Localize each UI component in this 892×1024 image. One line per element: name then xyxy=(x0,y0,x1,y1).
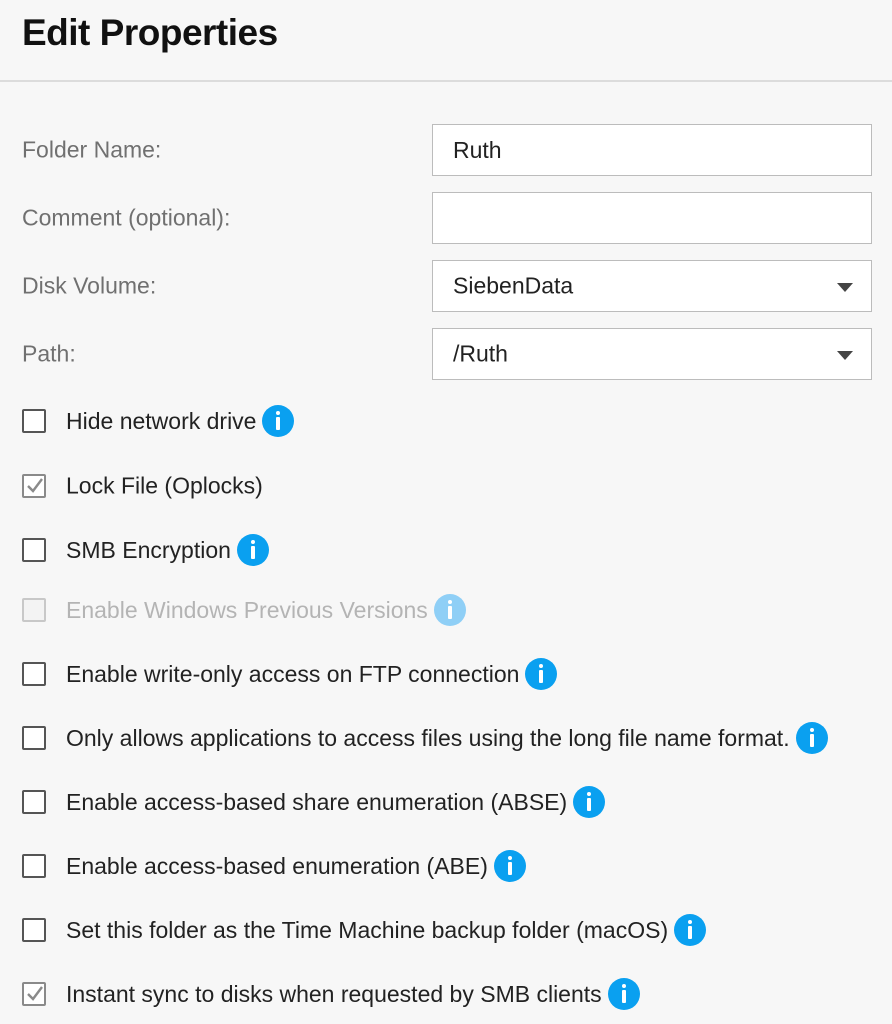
option-label-hide-network-drive: Hide network drive xyxy=(66,405,295,437)
option-label-time-machine-backup: Set this folder as the Time Machine back… xyxy=(66,914,707,946)
option-label-text: Hide network drive xyxy=(66,407,257,434)
info-icon xyxy=(433,594,466,626)
checkbox-long-file-name-format[interactable] xyxy=(22,726,46,750)
path-select[interactable]: /Ruth xyxy=(432,328,872,380)
info-icon[interactable] xyxy=(525,658,558,690)
option-label-long-file-name-format: Only allows applications to access files… xyxy=(66,722,828,754)
comment-row: Comment (optional): xyxy=(0,192,892,244)
checkbox-instant-sync-smb[interactable] xyxy=(22,982,46,1006)
folder-name-label: Folder Name: xyxy=(22,136,162,163)
option-label-lock-file-oplocks: Lock File (Oplocks) xyxy=(66,473,263,500)
checkbox-windows-previous-versions xyxy=(22,598,46,622)
checkbox-abse[interactable] xyxy=(22,790,46,814)
checkbox-hide-network-drive[interactable] xyxy=(22,409,46,433)
comment-label: Comment (optional): xyxy=(22,204,231,231)
checkbox-lock-file-oplocks[interactable] xyxy=(22,474,46,498)
option-row-long-file-name-format: Only allows applications to access files… xyxy=(0,718,892,758)
option-label-smb-encryption: SMB Encryption xyxy=(66,534,269,566)
option-label-windows-previous-versions: Enable Windows Previous Versions xyxy=(66,594,466,626)
path-label: Path: xyxy=(22,340,76,367)
info-icon[interactable] xyxy=(795,722,828,754)
option-row-windows-previous-versions: Enable Windows Previous Versions xyxy=(0,590,892,630)
disk-volume-select[interactable]: SiebenData xyxy=(432,260,872,312)
disk-volume-value: SiebenData xyxy=(453,272,574,299)
check-icon xyxy=(27,986,43,1001)
option-row-abe: Enable access-based enumeration (ABE) xyxy=(0,846,892,886)
option-label-text: Instant sync to disks when requested by … xyxy=(66,980,602,1007)
info-icon[interactable] xyxy=(493,850,526,882)
option-label-text: Enable Windows Previous Versions xyxy=(66,596,428,623)
option-label-instant-sync-smb: Instant sync to disks when requested by … xyxy=(66,978,640,1010)
option-label-text: SMB Encryption xyxy=(66,536,231,563)
option-row-smb-encryption: SMB Encryption xyxy=(0,530,892,570)
checkbox-ftp-write-only[interactable] xyxy=(22,662,46,686)
info-icon[interactable] xyxy=(573,786,606,818)
info-icon[interactable] xyxy=(607,978,640,1010)
comment-input[interactable] xyxy=(432,192,872,244)
option-row-ftp-write-only: Enable write-only access on FTP connecti… xyxy=(0,654,892,694)
info-icon[interactable] xyxy=(262,405,295,437)
option-label-text: Set this folder as the Time Machine back… xyxy=(66,916,669,943)
option-label-abe: Enable access-based enumeration (ABE) xyxy=(66,850,526,882)
option-row-instant-sync-smb: Instant sync to disks when requested by … xyxy=(0,974,892,1014)
dialog-header: Edit Properties xyxy=(0,0,892,82)
path-row: Path: /Ruth xyxy=(0,328,892,380)
disk-volume-row: Disk Volume: SiebenData xyxy=(0,260,892,312)
option-label-text: Lock File (Oplocks) xyxy=(66,472,263,499)
option-label-text: Only allows applications to access files… xyxy=(66,724,790,751)
option-label-text: Enable write-only access on FTP connecti… xyxy=(66,660,520,687)
info-icon[interactable] xyxy=(236,534,269,566)
path-value: /Ruth xyxy=(453,340,508,367)
option-label-text: Enable access-based enumeration (ABE) xyxy=(66,852,488,879)
disk-volume-label: Disk Volume: xyxy=(22,272,157,299)
checkbox-time-machine-backup[interactable] xyxy=(22,918,46,942)
page-title: Edit Properties xyxy=(22,12,278,53)
folder-name-row: Folder Name: xyxy=(0,124,892,176)
checkbox-abe[interactable] xyxy=(22,854,46,878)
checkbox-smb-encryption[interactable] xyxy=(22,538,46,562)
info-icon[interactable] xyxy=(674,914,707,946)
folder-name-input[interactable] xyxy=(432,124,872,176)
check-icon xyxy=(27,478,43,493)
option-row-time-machine-backup: Set this folder as the Time Machine back… xyxy=(0,910,892,950)
chevron-down-icon xyxy=(837,283,853,292)
option-row-lock-file-oplocks: Lock File (Oplocks) xyxy=(0,466,892,506)
option-row-abse: Enable access-based share enumeration (A… xyxy=(0,782,892,822)
option-label-text: Enable access-based share enumeration (A… xyxy=(66,788,568,815)
option-label-abse: Enable access-based share enumeration (A… xyxy=(66,786,606,818)
option-label-ftp-write-only: Enable write-only access on FTP connecti… xyxy=(66,658,558,690)
option-row-hide-network-drive: Hide network drive xyxy=(0,401,892,441)
chevron-down-icon xyxy=(837,351,853,360)
